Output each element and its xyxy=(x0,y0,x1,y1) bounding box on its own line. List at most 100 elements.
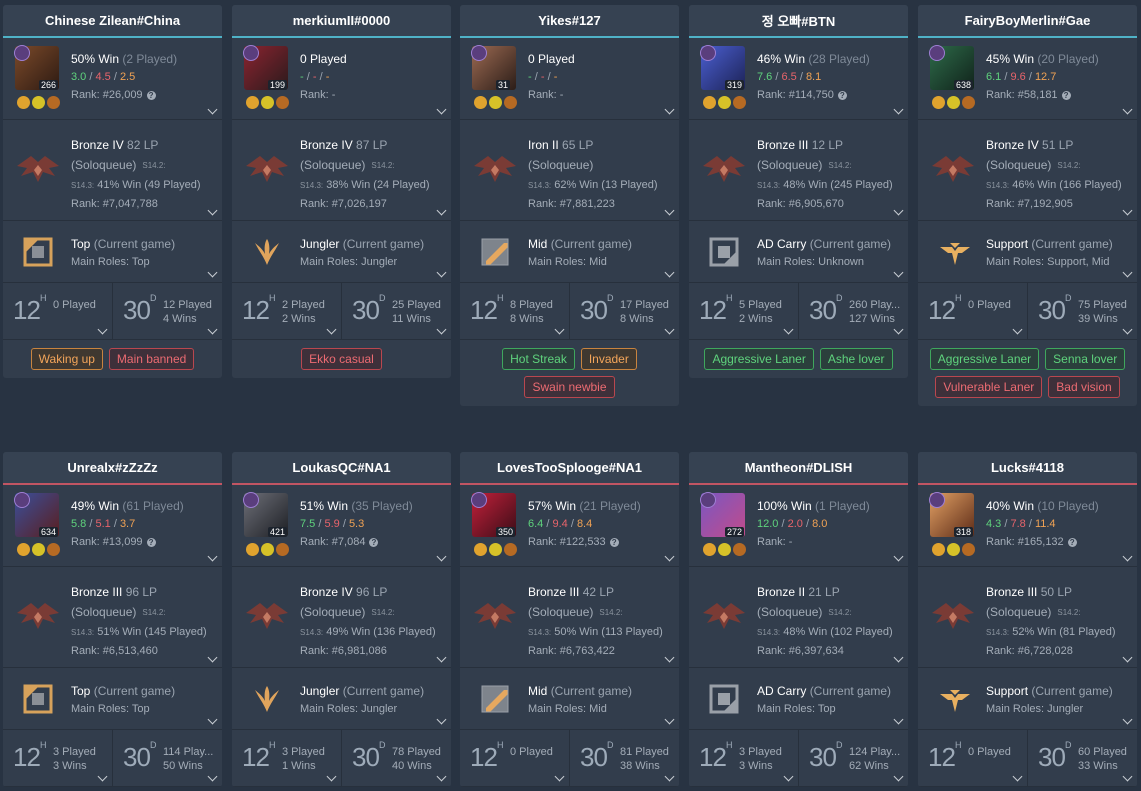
role-info[interactable]: Support (Current game) Main Roles: Suppo… xyxy=(918,221,1137,283)
summoner-name[interactable]: Chinese Zilean#China xyxy=(3,5,222,38)
last-30-days[interactable]: 30 D 17 Played 8 Wins xyxy=(570,283,679,339)
player-tag[interactable]: Swain newbie xyxy=(524,376,615,398)
player-tag[interactable]: Hot Streak xyxy=(502,348,575,370)
chevron-down-icon[interactable] xyxy=(783,771,794,782)
last-30-days[interactable]: 30 D 81 Played 38 Wins xyxy=(570,730,679,786)
role-info[interactable]: Mid (Current game) Main Roles: Mid xyxy=(460,668,679,730)
role-info[interactable]: Mid (Current game) Main Roles: Mid xyxy=(460,221,679,283)
help-icon[interactable]: ? xyxy=(1067,537,1077,547)
chevron-down-icon[interactable] xyxy=(1122,267,1133,278)
last-12-hours[interactable]: 12 H 5 Played 2 Wins xyxy=(689,283,799,339)
last-30-days[interactable]: 30 D 124 Play... 62 Wins xyxy=(799,730,908,786)
ranked-info[interactable]: Bronze IV 96 LP (Soloqueue) S14.2: S14.3:… xyxy=(232,567,451,668)
player-tag[interactable]: Waking up xyxy=(30,348,103,370)
summoner-name[interactable]: merkiumII#0000 xyxy=(232,5,451,38)
chevron-down-icon[interactable] xyxy=(326,324,337,335)
champion-stats[interactable]: 638 45% Win (20 Played) 6.1 / 9.6 / 12.7… xyxy=(918,38,1137,120)
chevron-down-icon[interactable] xyxy=(893,324,904,335)
chevron-down-icon[interactable] xyxy=(436,267,447,278)
chevron-down-icon[interactable] xyxy=(436,551,447,562)
role-info[interactable]: Jungler (Current game) Main Roles: Jungl… xyxy=(232,668,451,730)
chevron-down-icon[interactable] xyxy=(207,714,218,725)
chevron-down-icon[interactable] xyxy=(664,267,675,278)
ranked-info[interactable]: Bronze IV 82 LP (Soloqueue) S14.2: S14.3:… xyxy=(3,120,222,221)
ranked-info[interactable]: Bronze III 50 LP (Soloqueue) S14.2: S14.3… xyxy=(918,567,1137,668)
chevron-down-icon[interactable] xyxy=(436,652,447,663)
chevron-down-icon[interactable] xyxy=(1122,771,1133,782)
chevron-down-icon[interactable] xyxy=(97,324,108,335)
chevron-down-icon[interactable] xyxy=(893,714,904,725)
last-12-hours[interactable]: 12 H 0 Played xyxy=(3,283,113,339)
chevron-down-icon[interactable] xyxy=(664,551,675,562)
chevron-down-icon[interactable] xyxy=(436,714,447,725)
champion-stats[interactable]: 318 40% Win (10 Played) 4.3 / 7.8 / 11.4… xyxy=(918,485,1137,567)
chevron-down-icon[interactable] xyxy=(207,652,218,663)
chevron-down-icon[interactable] xyxy=(664,104,675,115)
player-tag[interactable]: Ekko casual xyxy=(301,348,382,370)
chevron-down-icon[interactable] xyxy=(1122,551,1133,562)
player-tag[interactable]: Invader xyxy=(580,348,637,370)
last-12-hours[interactable]: 12 H 2 Played 2 Wins xyxy=(232,283,342,339)
chevron-down-icon[interactable] xyxy=(207,771,218,782)
chevron-down-icon[interactable] xyxy=(436,771,447,782)
ranked-info[interactable]: Bronze IV 87 LP (Soloqueue) S14.2: S14.3:… xyxy=(232,120,451,221)
last-12-hours[interactable]: 12 H 0 Played xyxy=(918,283,1028,339)
chevron-down-icon[interactable] xyxy=(893,104,904,115)
last-30-days[interactable]: 30 D 12 Played 4 Wins xyxy=(113,283,222,339)
ranked-info[interactable]: Bronze III 12 LP (Soloqueue) S14.2: S14.3… xyxy=(689,120,908,221)
summoner-name[interactable]: 정 오빠#BTN xyxy=(689,5,908,38)
player-tag[interactable]: Aggressive Laner xyxy=(929,348,1040,370)
last-12-hours[interactable]: 12 H 3 Played 3 Wins xyxy=(689,730,799,786)
last-30-days[interactable]: 30 D 60 Played 33 Wins xyxy=(1028,730,1137,786)
chevron-down-icon[interactable] xyxy=(207,267,218,278)
ranked-info[interactable]: Bronze II 21 LP (Soloqueue) S14.2: S14.3:… xyxy=(689,567,908,668)
chevron-down-icon[interactable] xyxy=(1122,652,1133,663)
chevron-down-icon[interactable] xyxy=(1122,324,1133,335)
champion-stats[interactable]: 350 57% Win (21 Played) 6.4 / 9.4 / 8.4 … xyxy=(460,485,679,567)
role-info[interactable]: Support (Current game) Main Roles: Jungl… xyxy=(918,668,1137,730)
player-tag[interactable]: Senna lover xyxy=(1045,348,1126,370)
chevron-down-icon[interactable] xyxy=(893,551,904,562)
player-tag[interactable]: Bad vision xyxy=(1048,376,1120,398)
chevron-down-icon[interactable] xyxy=(207,205,218,216)
help-icon[interactable]: ? xyxy=(837,90,847,100)
champion-stats[interactable]: 634 49% Win (61 Played) 5.8 / 5.1 / 3.7 … xyxy=(3,485,222,567)
chevron-down-icon[interactable] xyxy=(97,771,108,782)
ranked-info[interactable]: Bronze IV 51 LP (Soloqueue) S14.2: S14.3:… xyxy=(918,120,1137,221)
chevron-down-icon[interactable] xyxy=(664,771,675,782)
chevron-down-icon[interactable] xyxy=(1012,771,1023,782)
chevron-down-icon[interactable] xyxy=(1122,205,1133,216)
chevron-down-icon[interactable] xyxy=(207,324,218,335)
role-info[interactable]: AD Carry (Current game) Main Roles: Unkn… xyxy=(689,221,908,283)
chevron-down-icon[interactable] xyxy=(554,324,565,335)
last-30-days[interactable]: 30 D 75 Played 39 Wins xyxy=(1028,283,1137,339)
chevron-down-icon[interactable] xyxy=(664,652,675,663)
chevron-down-icon[interactable] xyxy=(893,652,904,663)
champion-stats[interactable]: 272 100% Win (1 Played) 12.0 / 2.0 / 8.0… xyxy=(689,485,908,567)
summoner-name[interactable]: Yikes#127 xyxy=(460,5,679,38)
chevron-down-icon[interactable] xyxy=(207,104,218,115)
summoner-name[interactable]: FairyBoyMerlin#Gae xyxy=(918,5,1137,38)
help-icon[interactable]: ? xyxy=(369,537,379,547)
last-30-days[interactable]: 30 D 78 Played 40 Wins xyxy=(342,730,451,786)
last-12-hours[interactable]: 12 H 3 Played 3 Wins xyxy=(3,730,113,786)
champion-stats[interactable]: 31 0 Played - / - / - Rank: - xyxy=(460,38,679,120)
help-icon[interactable]: ? xyxy=(146,90,156,100)
player-tag[interactable]: Vulnerable Laner xyxy=(935,376,1043,398)
ranked-info[interactable]: Bronze III 96 LP (Soloqueue) S14.2: S14.3… xyxy=(3,567,222,668)
role-info[interactable]: Top (Current game) Main Roles: Top xyxy=(3,221,222,283)
chevron-down-icon[interactable] xyxy=(326,771,337,782)
chevron-down-icon[interactable] xyxy=(1122,714,1133,725)
player-tag[interactable]: Main banned xyxy=(108,348,195,370)
player-tag[interactable]: Ashe lover xyxy=(819,348,893,370)
chevron-down-icon[interactable] xyxy=(554,771,565,782)
last-30-days[interactable]: 30 D 260 Play... 127 Wins xyxy=(799,283,908,339)
champion-stats[interactable]: 199 0 Played - / - / - Rank: - xyxy=(232,38,451,120)
last-12-hours[interactable]: 12 H 8 Played 8 Wins xyxy=(460,283,570,339)
chevron-down-icon[interactable] xyxy=(1012,324,1023,335)
last-12-hours[interactable]: 12 H 0 Played xyxy=(460,730,570,786)
last-30-days[interactable]: 30 D 25 Played 11 Wins xyxy=(342,283,451,339)
last-12-hours[interactable]: 12 H 3 Played 1 Wins xyxy=(232,730,342,786)
chevron-down-icon[interactable] xyxy=(664,714,675,725)
chevron-down-icon[interactable] xyxy=(1122,104,1133,115)
